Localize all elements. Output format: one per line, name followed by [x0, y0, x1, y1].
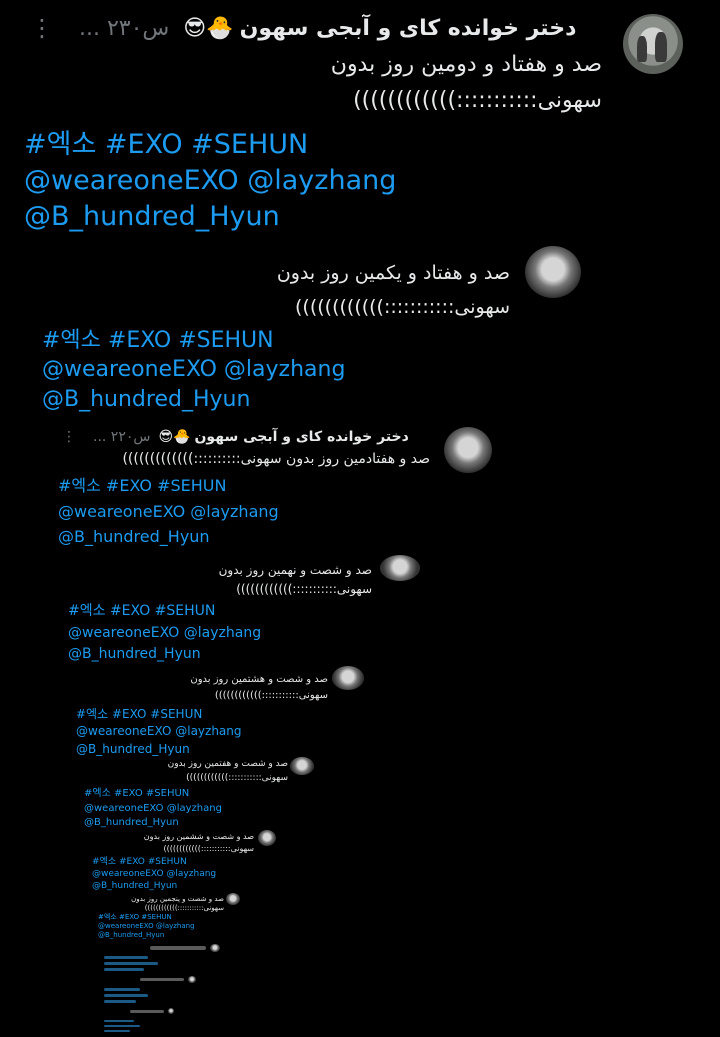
mentions-link: @weareoneEXO @layzhang — [92, 869, 217, 880]
author-emoji: 😎🐣 — [183, 15, 234, 41]
avatar — [210, 944, 220, 952]
tweet-text-line-1: صد و شصت و هفتمین روز بدون — [167, 759, 288, 769]
tweet-text-line-1: صد و هفتاد و یکمین روز بدون — [276, 262, 510, 284]
link-placeholder — [104, 956, 148, 959]
nested-screenshot-3: صد و شصت و نهمین روز بدون سهونی:::::::::… — [0, 555, 720, 665]
avatar — [332, 666, 364, 690]
main-tweet[interactable]: ⋮ ... ۲۳۰س 😎🐣 دختر خوانده کای و آبجی سهو… — [0, 0, 720, 250]
avatar — [258, 830, 276, 846]
tweet-text-line-1: صد و شصت و پنجمین روز بدون — [131, 895, 224, 903]
tweet-text-line-1: صد و هفتاد و دومین روز بدون — [330, 52, 602, 77]
tweet-links: #엑소 #EXO #SEHUN @weareoneEXO @layzhang @… — [68, 601, 261, 666]
mentions-link: @B_hundred_Hyun — [76, 741, 190, 756]
avatar — [188, 976, 196, 983]
hashtags-link: #엑소 #EXO #SEHUN — [84, 788, 190, 799]
hashtags-link[interactable]: #엑소 #EXO #SEHUN — [24, 127, 396, 163]
timestamp[interactable]: ... ۲۳۰س — [79, 16, 169, 41]
hashtags-link: #엑소 #EXO #SEHUN — [68, 603, 216, 619]
nested-screenshot-4: صد و شصت و هشتمین روز بدون سهونی::::::::… — [0, 666, 720, 756]
hashtags-link: #엑소 #EXO #SEHUN — [76, 707, 203, 721]
hashtags-link: #엑소 #EXO #SEHUN — [98, 913, 172, 921]
link-placeholder — [104, 1025, 140, 1027]
hashtags-link: #엑소 #EXO #SEHUN — [42, 328, 274, 353]
recursive-screenshot-tail — [0, 944, 720, 1037]
tweet-text-line-2: سهونی:::::::::::)))))))))))) — [163, 844, 254, 853]
mentions-link: @weareoneEXO @layzhang — [76, 724, 242, 739]
nested-screenshot-7: صد و شصت و پنجمین روز بدون سهونی::::::::… — [0, 893, 720, 943]
nested-screenshot-2: ⋮ ... ۲۲۰س 😎🐣 دختر خوانده کای و آبجی سهو… — [0, 425, 720, 555]
avatar — [290, 757, 314, 775]
nested-screenshot-1: صد و هفتاد و یکمین روز بدون سهونی:::::::… — [0, 240, 720, 420]
mentions-link: @weareoneEXO @layzhang — [42, 357, 346, 383]
link-placeholder — [104, 1020, 134, 1022]
avatar — [380, 555, 420, 581]
tweet-links: #엑소 #EXO #SEHUN @weareoneEXO @layzhang @… — [84, 787, 222, 831]
tweet-links: #엑소 #EXO #SEHUN @weareoneEXO @layzhang @… — [24, 127, 396, 235]
tweet-text-line-2: سهونی:::::::::::)))))))))))) — [186, 773, 288, 783]
tweet-links: #엑소 #EXO #SEHUN @weareoneEXO @layzhang @… — [98, 913, 195, 940]
link-placeholder — [104, 1000, 136, 1003]
avatar[interactable] — [623, 14, 683, 74]
avatar — [168, 1008, 174, 1014]
mentions-link: @B_hundred_Hyun — [42, 386, 251, 412]
tweet-text-line-2: سهونی:::::::::::)))))))))))) — [144, 904, 224, 912]
more-options-icon[interactable]: ⋮ — [30, 14, 54, 42]
hashtags-link: #엑소 #EXO #SEHUN — [92, 857, 187, 867]
tweet-text-line-2: سهونی:::::::::::)))))))))))) — [353, 88, 602, 113]
tweet-text-line-2: سهونی:::::::::::)))))))))))) — [295, 296, 510, 318]
mentions-link[interactable]: @weareoneEXO @layzhang — [24, 163, 396, 199]
tweet-header: ⋮ ... ۲۳۰س 😎🐣 دختر خوانده کای و آبجی سهو… — [30, 14, 576, 42]
mentions-link: @B_hundred_Hyun — [84, 817, 179, 828]
tweet-text-line-1: صد و شصت و هشتمین روز بدون — [190, 674, 328, 685]
tweet-header: ⋮ ... ۲۲۰س 😎🐣 دختر خوانده کای و آبجی سهو… — [62, 429, 409, 445]
tweet-text-line-2: سهونی:::::::::::)))))))))))) — [214, 690, 328, 701]
author-name: دختر خوانده کای و آبجی سهون — [194, 429, 409, 445]
mentions-link: @weareoneEXO @layzhang — [84, 802, 222, 814]
avatar — [226, 893, 240, 905]
text-placeholder — [150, 946, 206, 950]
mentions-link: @B_hundred_Hyun — [68, 646, 201, 663]
tweet-links: #엑소 #EXO #SEHUN @weareoneEXO @layzhang @… — [76, 706, 242, 758]
link-placeholder — [104, 994, 148, 997]
mentions-link: @weareoneEXO @layzhang — [58, 501, 279, 521]
avatar — [525, 246, 581, 298]
nested-screenshot-5: صد و شصت و هفتمین روز بدون سهونی::::::::… — [0, 757, 720, 828]
avatar — [444, 427, 492, 473]
tweet-links: #엑소 #EXO #SEHUN @weareoneEXO @layzhang @… — [58, 473, 279, 550]
text-placeholder — [130, 1010, 164, 1013]
author-emoji: 😎🐣 — [158, 429, 191, 445]
tweet-text-line-2: سهونی:::::::::::)))))))))))) — [236, 582, 372, 596]
mentions-link: @B_hundred_Hyun — [58, 527, 210, 547]
mentions-link: @B_hundred_Hyun — [92, 881, 178, 892]
hashtags-link: #엑소 #EXO #SEHUN — [58, 476, 227, 495]
mentions-link: @B_hundred_Hyun — [98, 931, 165, 940]
author-name[interactable]: دختر خوانده کای و آبجی سهون — [240, 16, 577, 41]
link-placeholder — [104, 988, 140, 991]
link-placeholder — [104, 968, 144, 971]
tweet-text-line-1: صد و هفتادمین روز بدون سهونی::::::::::))… — [122, 451, 430, 467]
mentions-link: @weareoneEXO @layzhang — [98, 922, 195, 931]
mentions-link[interactable]: @B_hundred_Hyun — [24, 199, 396, 235]
tweet-text-line-1: صد و شصت و ششمین روز بدون — [143, 832, 254, 841]
timestamp: ... ۲۲۰س — [93, 429, 151, 445]
more-options-icon: ⋮ — [62, 429, 76, 445]
tweet-links: #엑소 #EXO #SEHUN @weareoneEXO @layzhang @… — [42, 326, 345, 414]
link-placeholder — [104, 1030, 130, 1032]
tweet-links: #엑소 #EXO #SEHUN @weareoneEXO @layzhang @… — [92, 856, 216, 892]
text-placeholder — [140, 978, 184, 981]
mentions-link: @weareoneEXO @layzhang — [68, 624, 262, 641]
nested-screenshot-6: صد و شصت و ششمین روز بدون سهونی:::::::::… — [0, 830, 720, 892]
link-placeholder — [104, 962, 158, 965]
tweet-text-line-1: صد و شصت و نهمین روز بدون — [218, 563, 372, 577]
